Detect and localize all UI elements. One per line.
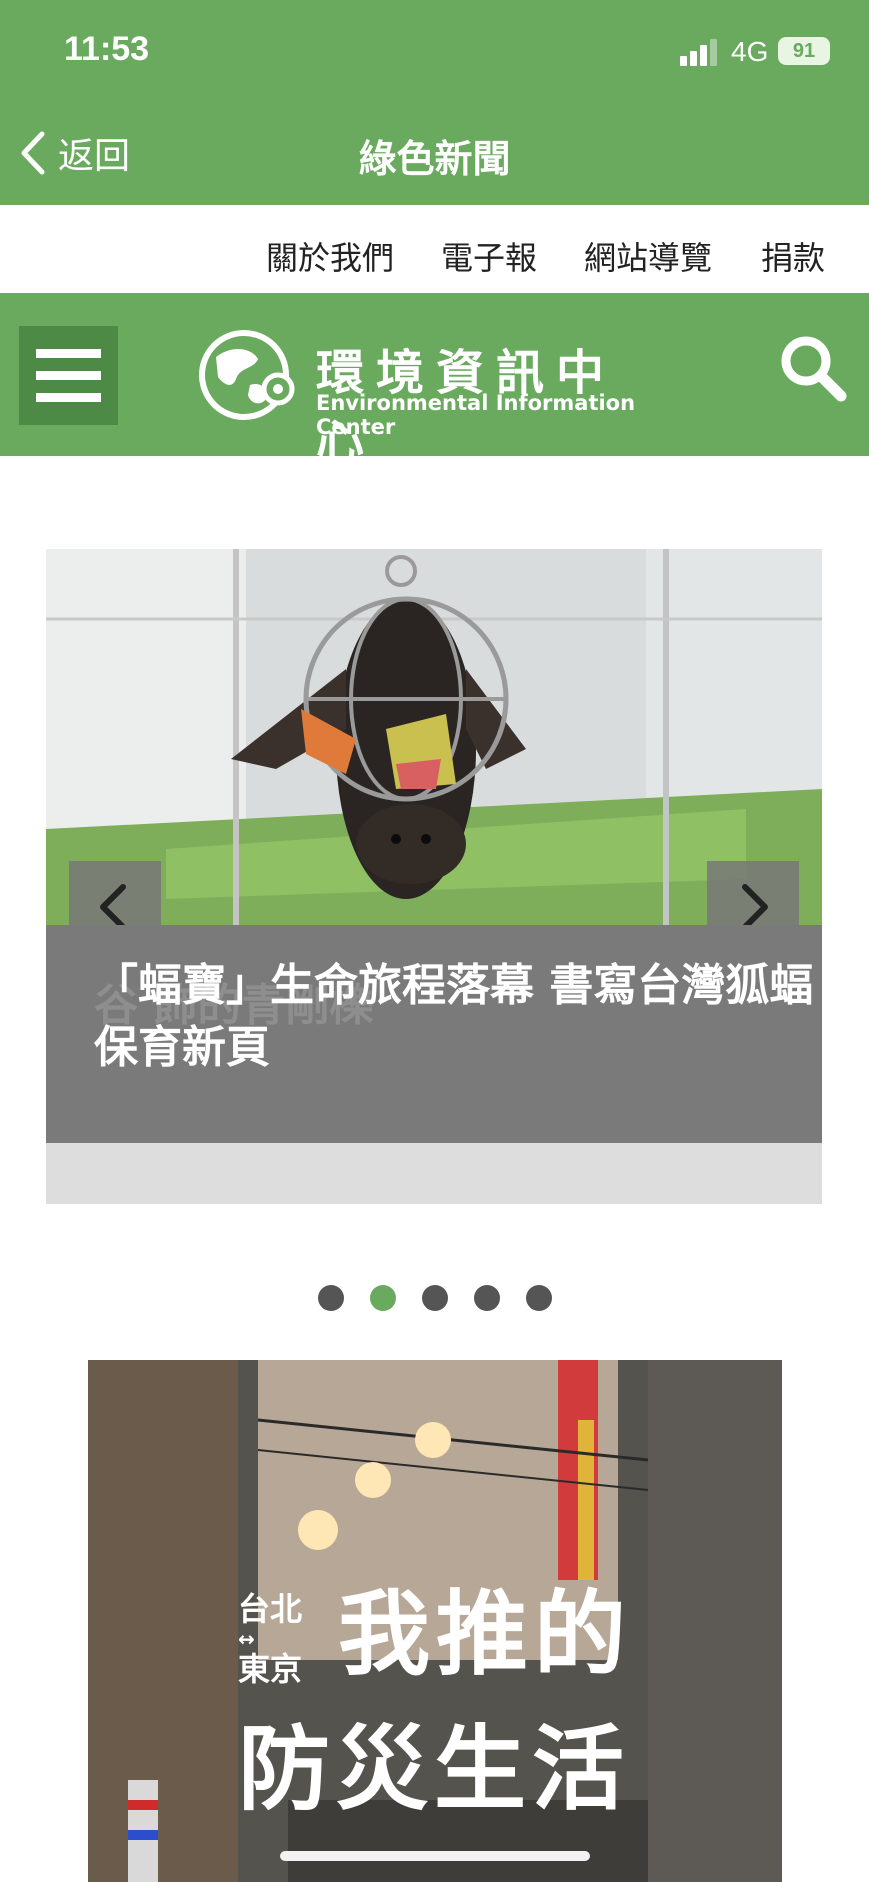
status-time: 11:53	[64, 30, 150, 68]
slide-caption[interactable]: 「蝠寶」生命旅程落幕 書寫台灣狐蝠保育新頁	[94, 955, 814, 1079]
carousel-dot-active[interactable]	[369, 1285, 396, 1311]
link-newsletter[interactable]: 電子報	[441, 233, 537, 279]
nav-bar: 返回 綠色新聞	[0, 100, 869, 205]
poster-headline-2: 防災生活	[238, 1716, 631, 1823]
search-icon	[781, 336, 847, 402]
poster-headline-1: 我推的	[338, 1581, 633, 1688]
carousel-dot[interactable]	[317, 1285, 344, 1311]
page-title: 綠色新聞	[358, 137, 511, 181]
slide-caption-box: 谷 飾的青剛櫟 「蝠寶」生命旅程落幕 書寫台灣狐蝠保育新頁	[46, 925, 822, 1143]
poster-city-tokyo: 東京	[238, 1650, 303, 1688]
poster-city-taipei: 台北	[238, 1590, 303, 1628]
battery-level: 91	[792, 40, 816, 62]
home-indicator[interactable]	[280, 1851, 590, 1861]
battery-icon: 91	[778, 37, 830, 65]
site-name-en: Environmental Information Center	[316, 391, 636, 439]
top-links: 關於我們 電子報 網站導覽 捐款	[0, 205, 869, 293]
news-carousel[interactable]: 谷 飾的青剛櫟 「蝠寶」生命旅程落幕 書寫台灣狐蝠保育新頁	[46, 549, 822, 1204]
site-logo[interactable]: 環境資訊中心 Environmental Information Center	[196, 327, 656, 471]
carousel-dot[interactable]	[473, 1285, 500, 1311]
carousel-dot[interactable]	[421, 1285, 448, 1311]
slide-image[interactable]	[46, 549, 822, 925]
link-about[interactable]: 關於我們	[266, 233, 394, 279]
carousel-dot[interactable]	[525, 1285, 552, 1311]
swap-arrow-icon: ↔	[238, 1627, 255, 1651]
poster-cities: 台北 ↔ 東京	[238, 1590, 328, 1688]
search-button[interactable]	[778, 333, 848, 403]
link-donate[interactable]: 捐款	[761, 233, 825, 279]
carousel-pagination	[0, 1285, 869, 1313]
cell-signal-icon	[680, 38, 720, 66]
globe-icon	[199, 330, 295, 420]
link-sitemap[interactable]: 網站導覽	[584, 233, 712, 279]
site-header: 環境資訊中心 Environmental Information Center	[0, 293, 869, 471]
network-type: 4G	[731, 36, 769, 67]
promo-poster[interactable]: 台北 ↔ 東京 我推的 防災生活	[88, 1360, 782, 1882]
menu-button[interactable]	[19, 326, 118, 425]
status-bar: 11:53 4G 91	[0, 0, 869, 100]
